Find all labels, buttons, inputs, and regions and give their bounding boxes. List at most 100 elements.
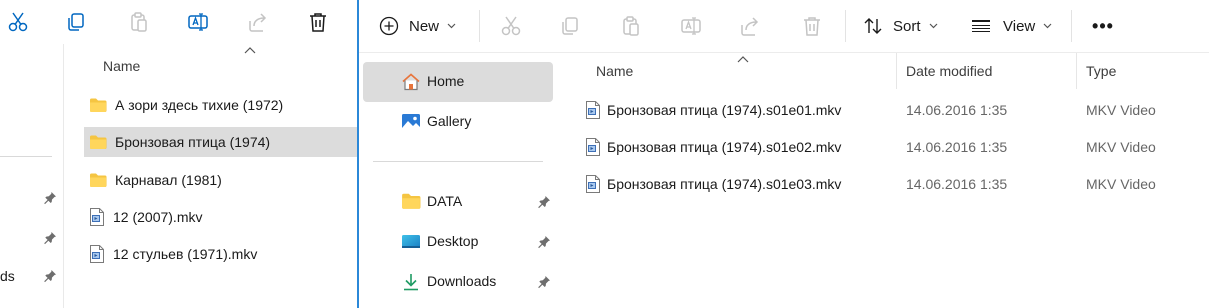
table-row[interactable]: Бронзовая птица (1974).s01e01.mkv 14.06.…	[579, 93, 1209, 127]
file-date-modified: 14.06.2016 1:35	[906, 176, 1008, 192]
list-item[interactable]: 12 стульев (1971).mkv	[84, 239, 357, 269]
command-bar: New Sort View •••	[359, 0, 1209, 52]
toolbar-separator	[479, 10, 480, 42]
paste-button[interactable]	[613, 8, 649, 44]
gallery-icon	[402, 114, 420, 130]
home-icon	[402, 73, 420, 91]
desktop-icon	[402, 235, 420, 248]
column-header-type[interactable]: Type	[1077, 53, 1209, 89]
folder-icon	[89, 134, 107, 150]
file-explorer-screen: ds Name А зори здесь тихие (1972) Бронзо…	[0, 0, 1209, 308]
file-date-modified: 14.06.2016 1:35	[906, 102, 1008, 118]
copy-icon	[68, 13, 84, 31]
cut-button[interactable]	[493, 8, 529, 44]
video-file-icon	[585, 138, 601, 156]
copy-icon	[562, 17, 578, 35]
nav-item-desktop[interactable]: Desktop	[363, 222, 553, 262]
video-file-icon	[585, 175, 601, 193]
rename-button[interactable]	[180, 4, 216, 40]
rename-icon	[188, 13, 208, 31]
file-list: Name Date modified Type Бронзовая птица …	[565, 53, 1209, 308]
trash-icon	[310, 13, 326, 32]
new-button[interactable]: New	[371, 8, 464, 44]
column-header-label: Date modified	[906, 63, 993, 79]
list-item[interactable]: Бронзовая птица (1974)	[84, 127, 357, 157]
file-type: MKV Video	[1086, 176, 1156, 192]
nav-item-data[interactable]: DATA	[363, 182, 553, 222]
rename-button[interactable]	[673, 8, 709, 44]
right-explorer-window: New Sort View ••• Home Gallery DATA Desk…	[359, 0, 1209, 308]
view-list-icon	[972, 20, 990, 33]
file-name: Бронзовая птица (1974).s01e01.mkv	[607, 102, 842, 118]
chevron-down-icon	[929, 23, 937, 29]
file-name: Бронзовая птица (1974).s01e03.mkv	[607, 176, 842, 192]
file-date-modified: 14.06.2016 1:35	[906, 139, 1008, 155]
view-button-label: View	[1003, 17, 1036, 35]
folder-icon	[89, 172, 107, 188]
table-row[interactable]: Бронзовая птица (1974).s01e03.mkv 14.06.…	[579, 167, 1209, 201]
copy-button[interactable]	[58, 4, 94, 40]
share-icon	[741, 17, 759, 36]
column-header-label: Name	[596, 63, 634, 79]
folder-icon	[401, 192, 421, 210]
table-row[interactable]: Бронзовая птица (1974).s01e02.mkv 14.06.…	[579, 130, 1209, 164]
list-item[interactable]: 12 (2007).mkv	[84, 202, 357, 232]
view-button[interactable]: View	[965, 8, 1058, 44]
pin-icon	[537, 275, 551, 289]
column-header-date-modified[interactable]: Date modified	[897, 53, 1077, 89]
quick-access-item[interactable]	[0, 188, 64, 212]
left-toolbar	[0, 0, 357, 44]
delete-button[interactable]	[794, 8, 830, 44]
nav-item-gallery[interactable]: Gallery	[363, 102, 553, 142]
nav-divider	[373, 161, 543, 162]
file-type: MKV Video	[1086, 102, 1156, 118]
nav-item-downloads[interactable]: Downloads	[363, 262, 553, 302]
quick-access-item[interactable]: ds	[0, 266, 64, 290]
delete-button[interactable]	[300, 4, 336, 40]
item-name: Бронзовая птица (1974)	[115, 134, 271, 150]
pin-icon	[537, 235, 551, 249]
navigation-pane: Home Gallery DATA Desktop Downloads	[359, 53, 565, 308]
item-name: 12 стульев (1971).mkv	[113, 246, 258, 262]
plus-circle-icon	[379, 16, 399, 36]
file-type: MKV Video	[1086, 139, 1156, 155]
nav-divider	[0, 156, 52, 157]
column-header-name[interactable]: Name	[103, 58, 140, 74]
trash-icon	[804, 17, 820, 36]
folder-icon	[89, 97, 107, 113]
new-button-label: New	[409, 17, 440, 35]
quick-access-label: ds	[0, 268, 15, 284]
pin-icon	[43, 269, 57, 283]
video-file-icon	[89, 245, 105, 263]
sort-icon	[864, 18, 882, 34]
left-explorer-window: ds Name А зори здесь тихие (1972) Бронзо…	[0, 0, 357, 308]
download-icon	[404, 274, 418, 291]
quick-access-item[interactable]	[0, 228, 64, 252]
copy-button[interactable]	[552, 8, 588, 44]
column-header-label: Type	[1086, 63, 1117, 79]
left-navigation-pane: ds	[0, 44, 64, 308]
more-options-button[interactable]: •••	[1085, 8, 1121, 44]
nav-item-label: Gallery	[427, 113, 472, 129]
cut-button[interactable]	[0, 4, 36, 40]
video-file-icon	[585, 101, 601, 119]
share-icon	[249, 13, 267, 32]
toolbar-separator	[845, 10, 846, 42]
file-name: Бронзовая птица (1974).s01e02.mkv	[607, 139, 842, 155]
nav-item-label: Desktop	[427, 233, 479, 249]
pin-icon	[43, 191, 57, 205]
video-file-icon	[89, 208, 105, 226]
list-item[interactable]: А зори здесь тихие (1972)	[84, 90, 357, 120]
column-header-name[interactable]: Name	[565, 53, 865, 89]
nav-item-home[interactable]: Home	[363, 62, 553, 102]
share-button[interactable]	[240, 4, 276, 40]
paste-button[interactable]	[121, 4, 157, 40]
nav-item-label: Downloads	[427, 273, 497, 289]
share-button[interactable]	[732, 8, 768, 44]
sort-ascending-icon	[244, 47, 256, 54]
list-item[interactable]: Карнавал (1981)	[84, 165, 357, 195]
item-name: А зори здесь тихие (1972)	[115, 97, 284, 113]
rename-icon	[681, 17, 701, 35]
sort-button[interactable]: Sort	[857, 8, 944, 44]
scissors-icon	[501, 16, 521, 36]
